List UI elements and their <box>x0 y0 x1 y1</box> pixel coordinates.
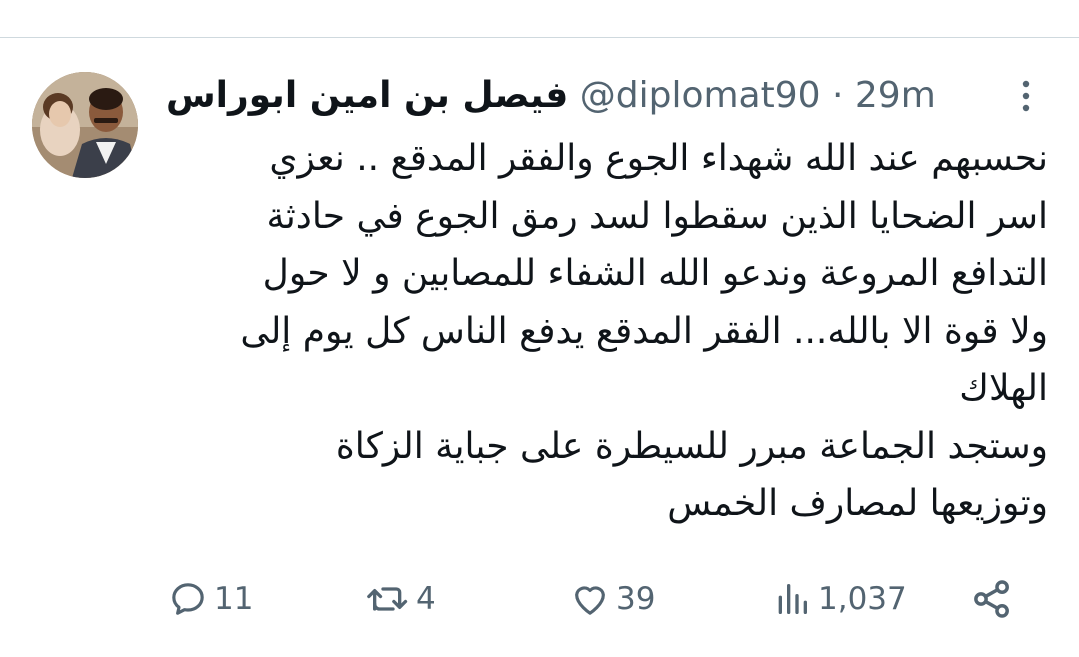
views-button[interactable]: 1,037 <box>772 574 907 624</box>
tweet-text-line: اسر الضحايا الذين سقطوا لسد رمق الجوع في… <box>266 195 1048 237</box>
reply-button[interactable]: 11 <box>168 574 253 624</box>
tweet-card[interactable]: فيصل بن امين ابوراس @diplomat90 · 29m نح… <box>0 38 1079 657</box>
heart-icon <box>575 586 605 615</box>
avatar-photo <box>32 72 138 178</box>
tweet-text-line: الهلاك <box>959 368 1048 409</box>
header-separator: · <box>831 75 844 116</box>
tweet-time[interactable]: 29m <box>855 75 936 116</box>
speech-bubble-icon <box>172 583 204 615</box>
author-handle[interactable]: @diplomat90 <box>580 75 821 116</box>
tweet-text-line: ولا قوة الا بالله... الفقر المدقع يدفع ا… <box>240 310 1048 352</box>
tweet-text-line: نحسبهم عند الله شهداء الجوع والفقر المدق… <box>269 138 1048 179</box>
vertical-dots-icon[interactable] <box>1008 76 1044 116</box>
repost-arrows-icon <box>367 587 408 611</box>
tweet-header: فيصل بن امين ابوراس @diplomat90 · 29m <box>166 68 986 124</box>
tweet-text-line: وستجد الجماعة مبرر للسيطرة على جباية الز… <box>335 425 1048 467</box>
tweet-actions: 11 4 39 1,037 <box>0 574 1079 624</box>
like-button[interactable]: 39 <box>570 574 655 624</box>
top-divider <box>0 0 1079 38</box>
author-name[interactable]: فيصل بن امين ابوراس <box>166 75 568 116</box>
views-count: 1,037 <box>818 581 907 617</box>
tweet-text-line: وتوزيعها لمصارف الخمس <box>667 483 1048 524</box>
share-button[interactable] <box>970 574 1014 624</box>
reply-count: 11 <box>214 581 254 617</box>
avatar[interactable] <box>32 72 138 178</box>
repost-count: 4 <box>416 581 436 617</box>
share-icon <box>974 580 1009 618</box>
tweet-text-line: التدافع المروعة وندعو الله الشفاء للمصاب… <box>262 253 1048 294</box>
like-count: 39 <box>616 581 656 617</box>
tweet-text: نحسبهم عند الله شهداء الجوع والفقر المدق… <box>160 130 1048 533</box>
bar-chart-icon <box>778 584 807 614</box>
repost-button[interactable]: 4 <box>366 574 436 624</box>
